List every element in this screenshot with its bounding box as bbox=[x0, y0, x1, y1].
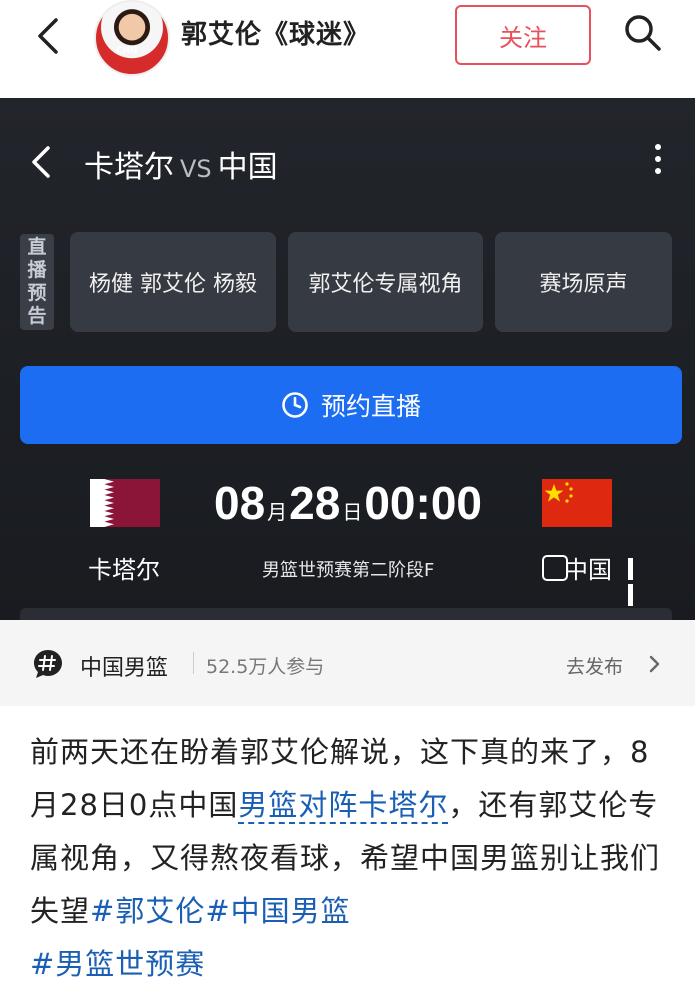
match-day: 28 bbox=[289, 477, 341, 529]
live-preview-tag: 直播预告 bbox=[20, 234, 54, 330]
home-team-name: 卡塔尔 bbox=[88, 556, 160, 584]
more-options-icon[interactable] bbox=[648, 140, 668, 180]
day-unit: 日 bbox=[342, 502, 363, 524]
avatar[interactable] bbox=[94, 0, 170, 76]
hashtag-icon bbox=[34, 650, 62, 678]
match-title: 卡塔尔 VS 中国 bbox=[84, 142, 278, 186]
topic-bar[interactable]: 中国男篮 52.5万人参与 去发布 bbox=[0, 620, 695, 706]
reserve-label: 预约直播 bbox=[320, 392, 421, 421]
live-match-card: 卡塔尔 VS 中国 直播预告 杨健 郭艾伦 杨毅 郭艾伦专属视角 赛场原声 预约直播… bbox=[0, 98, 695, 620]
hashtag-guo-ailun[interactable]: #郭艾伦 bbox=[90, 894, 205, 928]
commentary-option-3[interactable]: 赛场原声 bbox=[495, 232, 672, 332]
commentary-option-1[interactable]: 杨健 郭艾伦 杨毅 bbox=[70, 232, 276, 332]
qatar-flag-icon bbox=[90, 479, 160, 527]
clock-icon bbox=[282, 392, 308, 418]
match-clock: 00:00 bbox=[364, 477, 482, 529]
search-icon[interactable] bbox=[622, 12, 662, 52]
back-arrow-icon[interactable] bbox=[30, 14, 70, 58]
topic-divider bbox=[193, 652, 194, 674]
card-divider bbox=[20, 608, 672, 620]
post-body: 前两天还在盼着郭艾伦解说，这下真的来了，8月28日0点中国男篮对阵卡塔尔，还有郭… bbox=[30, 726, 670, 991]
hashtag-world-cup-qualifier[interactable]: #男篮世预赛 bbox=[30, 947, 205, 981]
hashtag-china-basketball[interactable]: #中国男篮 bbox=[205, 894, 350, 928]
league-name: 男篮世预赛第二阶段F bbox=[262, 560, 435, 581]
pause-icon[interactable] bbox=[628, 558, 644, 606]
card-back-icon[interactable] bbox=[28, 144, 54, 180]
away-team-title: 中国 bbox=[217, 150, 278, 185]
topic-participant-count: 52.5万人参与 bbox=[206, 656, 325, 678]
china-flag-icon bbox=[542, 479, 612, 527]
match-month: 08 bbox=[214, 477, 266, 529]
match-time: 08 月28 日00:00 bbox=[214, 476, 482, 530]
match-link[interactable]: 男篮对阵卡塔尔 bbox=[238, 788, 449, 824]
go-publish-link[interactable]: 去发布 bbox=[566, 652, 623, 679]
top-bar: 郭艾伦《球迷》 关注 bbox=[0, 0, 695, 98]
away-team-name: 中国 bbox=[542, 550, 612, 585]
vs-label: VS bbox=[180, 155, 212, 183]
month-unit: 月 bbox=[267, 502, 288, 524]
user-name[interactable]: 郭艾伦《球迷》 bbox=[181, 14, 370, 51]
topic-name: 中国男篮 bbox=[80, 656, 169, 681]
reserve-live-button[interactable]: 预约直播 bbox=[20, 366, 682, 444]
chevron-right-icon[interactable] bbox=[648, 655, 660, 673]
away-team-label: 中国 bbox=[564, 556, 612, 584]
home-team-title: 卡塔尔 bbox=[84, 150, 174, 185]
commentary-option-2[interactable]: 郭艾伦专属视角 bbox=[288, 232, 483, 332]
follow-button[interactable]: 关注 bbox=[455, 5, 591, 65]
